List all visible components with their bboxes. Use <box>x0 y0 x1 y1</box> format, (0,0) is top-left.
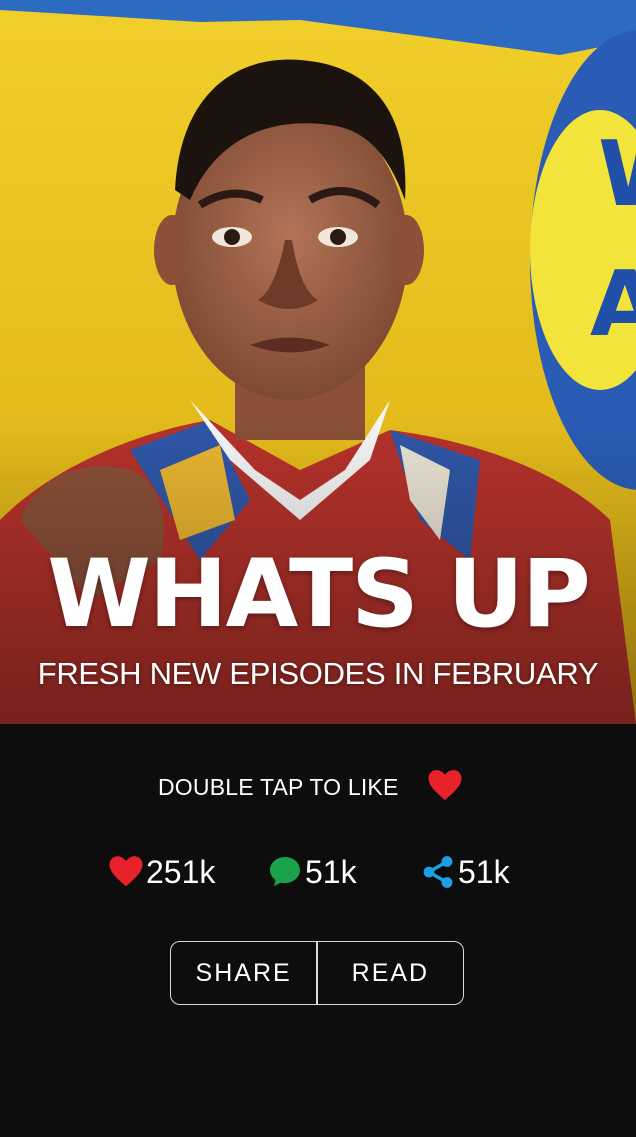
shares-stat[interactable]: 51k <box>420 848 510 896</box>
share-button[interactable]: SHARE <box>171 942 316 1004</box>
shares-count: 51k <box>458 853 510 890</box>
action-button-group: SHARE READ <box>170 941 464 1005</box>
hero-subtitle: FRESH NEW EPISODES IN FEBRUARY <box>37 656 599 691</box>
read-button[interactable]: READ <box>318 942 463 1004</box>
heart-icon[interactable] <box>427 768 463 807</box>
likes-stat[interactable]: 251k <box>108 848 215 896</box>
hero-title: WHATS UP <box>47 540 591 649</box>
double-tap-like-prompt: DOUBLE TAP TO LIKE <box>0 764 636 808</box>
hero-banner[interactable]: W A WHATS UP FRESH NEW EPISOD <box>0 0 636 724</box>
engagement-stats: 251k 51k 51k <box>0 848 636 896</box>
double-tap-label: DOUBLE TAP TO LIKE <box>158 774 399 800</box>
likes-count: 251k <box>146 853 216 890</box>
comments-stat[interactable]: 51k <box>267 848 357 896</box>
share-icon <box>420 854 456 890</box>
comment-icon <box>267 854 303 890</box>
svg-text:A: A <box>590 252 636 357</box>
comments-count: 51k <box>305 853 357 890</box>
logo-lettering: W <box>598 122 636 227</box>
heart-icon <box>108 854 144 890</box>
